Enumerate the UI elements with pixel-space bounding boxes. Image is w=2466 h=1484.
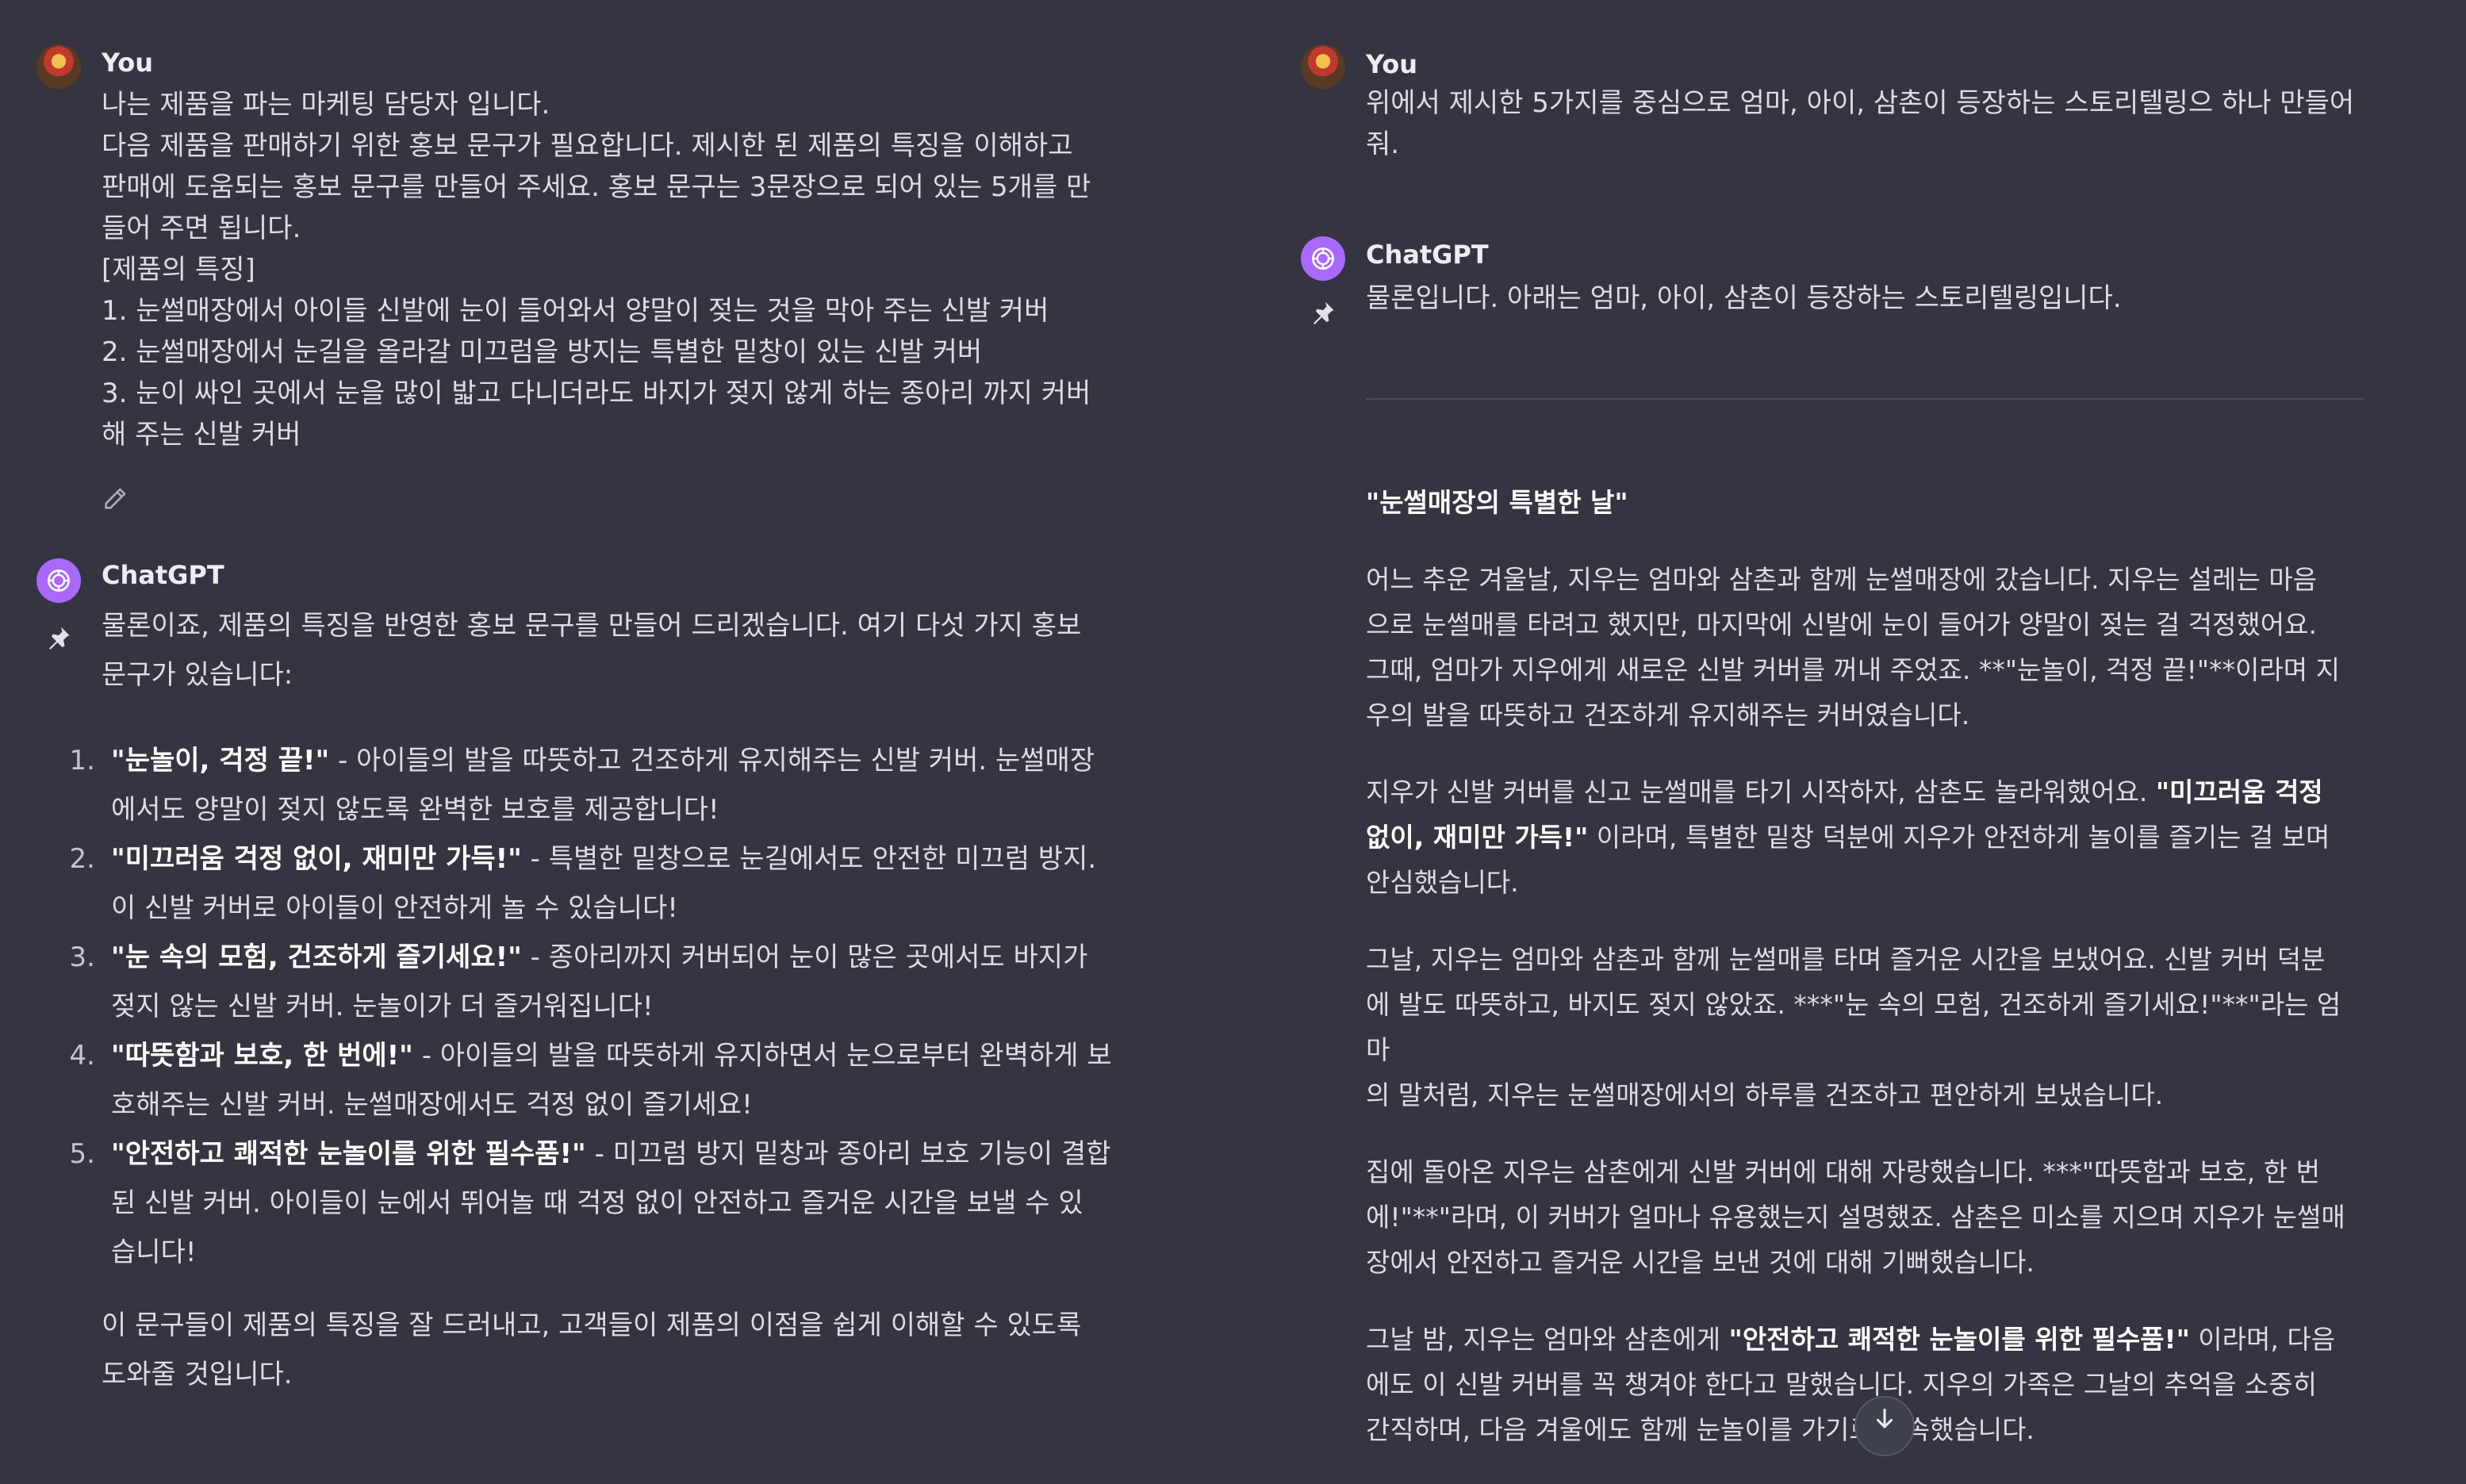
intro-line: 문구가 있습니다: bbox=[102, 659, 293, 691]
message-line: 줘. bbox=[1366, 128, 1400, 160]
message-line: [제품의 특징] bbox=[102, 254, 255, 286]
list-number: 5. bbox=[69, 1138, 95, 1170]
story-line: 으로 눈썰매를 타려고 했지만, 마지막에 신발에 눈이 들어가 양말이 젖는 … bbox=[1366, 609, 2317, 640]
promo-text: 이 신발 커버로 아이들이 안전하게 놀 수 있습니다! bbox=[111, 892, 678, 924]
user-avatar bbox=[1301, 44, 1345, 89]
outro-line: 도와줄 것입니다. bbox=[102, 1359, 293, 1390]
story-paragraph: 지우가 신발 커버를 신고 눈썰매를 타기 시작하자, 삼촌도 놀라워했어요. … bbox=[1366, 769, 2364, 905]
promo-text: 습니다! bbox=[111, 1237, 197, 1268]
promo-title: "따뜻함과 보호, 한 번에!" bbox=[111, 1040, 413, 1072]
story-line: 에!"**"라며, 이 커버가 얼마나 유용했는지 설명했죠. 삼촌은 미소를 … bbox=[1366, 1202, 2345, 1233]
list-number: 3. bbox=[69, 941, 95, 973]
message-text: 물론이죠, 제품의 특징을 반영한 홍보 문구를 만들어 드리겠습니다. 여기 … bbox=[70, 601, 1210, 1399]
message-text: 위에서 제시한 5가지를 중심으로 엄마, 아이, 삼촌이 등장하는 스토리텔링… bbox=[1366, 82, 2364, 165]
intro-line: 물론입니다. 아래는 엄마, 아이, 삼촌이 등장하는 스토리텔링입니다. bbox=[1366, 282, 2122, 314]
message-text: 나는 제품을 파는 마케팅 담당자 입니다. 다음 제품을 판매하기 위한 홍보… bbox=[102, 84, 1210, 455]
promo-text: - 아이들의 발을 따뜻하게 유지하면서 눈으로부터 완벽하게 보 bbox=[412, 1040, 1112, 1072]
message-line: 다음 제품을 판매하기 위한 홍보 문구가 필요합니다. 제시한 된 제품의 특… bbox=[102, 130, 1073, 162]
list-number: 2. bbox=[69, 843, 95, 875]
author-name: You bbox=[102, 48, 153, 78]
promo-text: - 종아리까지 커버되어 눈이 많은 곳에서도 바지가 bbox=[521, 941, 1088, 973]
list-number: 1. bbox=[69, 745, 95, 777]
promo-title: "눈 속의 모험, 건조하게 즐기세요!" bbox=[111, 941, 522, 973]
author-name: ChatGPT bbox=[1366, 240, 1489, 270]
message-line: 3. 눈이 싸인 곳에서 눈을 많이 밟고 다니더라도 바지가 젖지 않게 하는… bbox=[102, 378, 1091, 409]
story-line: 그날 밤, 지우는 엄마와 삼촌에게 bbox=[1366, 1324, 1729, 1355]
list-item: 5. "안전하고 쾌적한 눈놀이를 위한 필수품!" - 미끄럼 방지 밑창과 … bbox=[70, 1129, 1210, 1277]
story-line: 에도 이 신발 커버를 꼭 챙겨야 한다고 말했습니다. 지우의 가족은 그날의… bbox=[1366, 1369, 2317, 1400]
story-line: 지우가 신발 커버를 신고 눈썰매를 타기 시작하자, 삼촌도 놀라워했어요. bbox=[1366, 777, 2156, 807]
story-paragraph: 그날, 지우는 엄마와 삼촌과 함께 눈썰매를 타며 즐거운 시간을 보냈어요.… bbox=[1366, 937, 2364, 1118]
pencil-icon[interactable] bbox=[102, 485, 133, 517]
message-line: 들어 주면 됩니다. bbox=[102, 213, 301, 244]
message-line: 2. 눈썰매장에서 눈길을 올라갈 미끄럼을 방지는 특별한 밑창이 있는 신발… bbox=[102, 336, 983, 368]
story-line: 집에 돌아온 지우는 삼촌에게 신발 커버에 대해 자랑했습니다. ***"따뜻… bbox=[1366, 1156, 2320, 1187]
story-line: 그때, 엄마가 지우에게 새로운 신발 커버를 꺼내 주었죠. **"눈놀이, … bbox=[1366, 654, 2340, 685]
story-bold: 없이, 재미만 가득!" bbox=[1366, 822, 1589, 853]
story-line: 의 말처럼, 지우는 눈썰매장에서의 하루를 건조하고 편안하게 보냈습니다. bbox=[1366, 1079, 2164, 1110]
list-number: 4. bbox=[69, 1040, 95, 1072]
list-item: 4. "따뜻함과 보호, 한 번에!" - 아이들의 발을 따뜻하게 유지하면서… bbox=[70, 1031, 1210, 1129]
message-line: 1. 눈썰매장에서 아이들 신발에 눈이 들어와서 양말이 젖는 것을 막아 주… bbox=[102, 295, 1049, 327]
arrow-down-icon bbox=[1876, 1409, 1893, 1428]
promo-text: - 미끄럼 방지 밑창과 종아리 보호 기능이 결합 bbox=[585, 1138, 1111, 1170]
openai-logo-icon bbox=[36, 558, 81, 603]
promo-text: 에서도 양말이 젖지 않도록 완벽한 보호를 제공합니다! bbox=[111, 794, 719, 826]
story-line: 그날, 지우는 엄마와 삼촌과 함께 눈썰매를 타며 즐거운 시간을 보냈어요.… bbox=[1366, 944, 2326, 975]
intro-line: 물론이죠, 제품의 특징을 반영한 홍보 문구를 만들어 드리겠습니다. 여기 … bbox=[102, 610, 1082, 642]
message-line: 판매에 도움되는 홍보 문구를 만들어 주세요. 홍보 문구는 3문장으로 되어… bbox=[102, 171, 1091, 203]
story-line: 안심했습니다. bbox=[1366, 867, 1519, 898]
story-line: 이라며, 특별한 밑창 덕분에 지우가 안전하게 놀이를 즐기는 걸 보며 bbox=[1588, 822, 2330, 853]
divider bbox=[1366, 398, 2364, 400]
promo-text: 된 신발 커버. 아이들이 눈에서 뛰어놀 때 걱정 없이 안전하고 즐거운 시… bbox=[111, 1187, 1083, 1219]
message-line: 위에서 제시한 5가지를 중심으로 엄마, 아이, 삼촌이 등장하는 스토리텔링… bbox=[1366, 87, 2355, 119]
user-avatar bbox=[36, 44, 81, 89]
outro-line: 이 문구들이 제품의 특징을 잘 드러내고, 고객들이 제품의 이점을 쉽게 이… bbox=[102, 1310, 1082, 1341]
story-bold: "안전하고 쾌적한 눈놀이를 위한 필수품!" bbox=[1728, 1324, 2190, 1355]
promo-title: "안전하고 쾌적한 눈놀이를 위한 필수품!" bbox=[111, 1138, 586, 1170]
promo-text: - 아이들의 발을 따뜻하고 건조하게 유지해주는 신발 커버. 눈썰매장 bbox=[329, 745, 1095, 777]
scroll-to-bottom-button[interactable] bbox=[1854, 1396, 1915, 1456]
promo-text: - 특별한 밑창으로 눈길에서도 안전한 미끄럼 방지. bbox=[521, 843, 1097, 875]
openai-logo-icon bbox=[1301, 236, 1345, 281]
story-line: 어느 추운 겨울날, 지우는 엄마와 삼촌과 함께 눈썰매장에 갔습니다. 지우… bbox=[1366, 564, 2317, 595]
story-line: 우의 발을 따뜻하고 건조하게 유지해주는 커버였습니다. bbox=[1366, 700, 1970, 730]
message-line: 나는 제품을 파는 마케팅 담당자 입니다. bbox=[102, 89, 550, 121]
promo-title: "눈놀이, 걱정 끝!" bbox=[111, 745, 330, 777]
story-line: 간직하며, 다음 겨울에도 함께 눈놀이를 가기로 약속했습니다. bbox=[1366, 1414, 2035, 1445]
list-item: 3. "눈 속의 모험, 건조하게 즐기세요!" - 종아리까지 커버되어 눈이… bbox=[70, 933, 1210, 1031]
story-bold: "미끄러움 걱정 bbox=[2155, 777, 2323, 807]
author-name: ChatGPT bbox=[102, 560, 224, 590]
list-item: 2. "미끄러움 걱정 없이, 재미만 가득!" - 특별한 밑창으로 눈길에서… bbox=[70, 834, 1210, 933]
message-line: 해 주는 신발 커버 bbox=[102, 419, 301, 451]
story-title: "눈썰매장의 특별한 날" bbox=[1366, 487, 1628, 518]
story-line: 이라며, 다음 bbox=[2189, 1324, 2336, 1355]
promo-text: 젖지 않는 신발 커버. 눈놀이가 더 즐거워집니다! bbox=[111, 991, 654, 1022]
promo-list: 1. "눈놀이, 걱정 끝!" - 아이들의 발을 따뜻하고 건조하게 유지해주… bbox=[70, 736, 1210, 1277]
list-item: 1. "눈놀이, 걱정 끝!" - 아이들의 발을 따뜻하고 건조하게 유지해주… bbox=[70, 736, 1210, 834]
message-text: 물론입니다. 아래는 엄마, 아이, 삼촌이 등장하는 스토리텔링입니다. bbox=[1366, 278, 2364, 319]
author-name: You bbox=[1366, 49, 1417, 79]
story-paragraph: 집에 돌아온 지우는 삼촌에게 신발 커버에 대해 자랑했습니다. ***"따뜻… bbox=[1366, 1149, 2364, 1285]
story-paragraph: 어느 추운 겨울날, 지우는 엄마와 삼촌과 함께 눈썰매장에 갔습니다. 지우… bbox=[1366, 557, 2364, 738]
pin-icon[interactable] bbox=[44, 623, 76, 655]
promo-title: "미끄러움 걱정 없이, 재미만 가득!" bbox=[111, 843, 522, 875]
story: "눈썰매장의 특별한 날" 어느 추운 겨울날, 지우는 엄마와 삼촌과 함께 … bbox=[1366, 480, 2364, 1484]
pin-icon[interactable] bbox=[1309, 298, 1340, 330]
promo-text: 호해주는 신발 커버. 눈썰매장에서도 걱정 없이 즐기세요! bbox=[111, 1089, 753, 1121]
story-line: 장에서 안전하고 즐거운 시간을 보낸 것에 대해 기뻐했습니다. bbox=[1366, 1247, 2035, 1278]
story-line: 에 발도 따뜻하고, 바지도 젖지 않았죠. ***"눈 속의 모험, 건조하게… bbox=[1366, 989, 2341, 1065]
